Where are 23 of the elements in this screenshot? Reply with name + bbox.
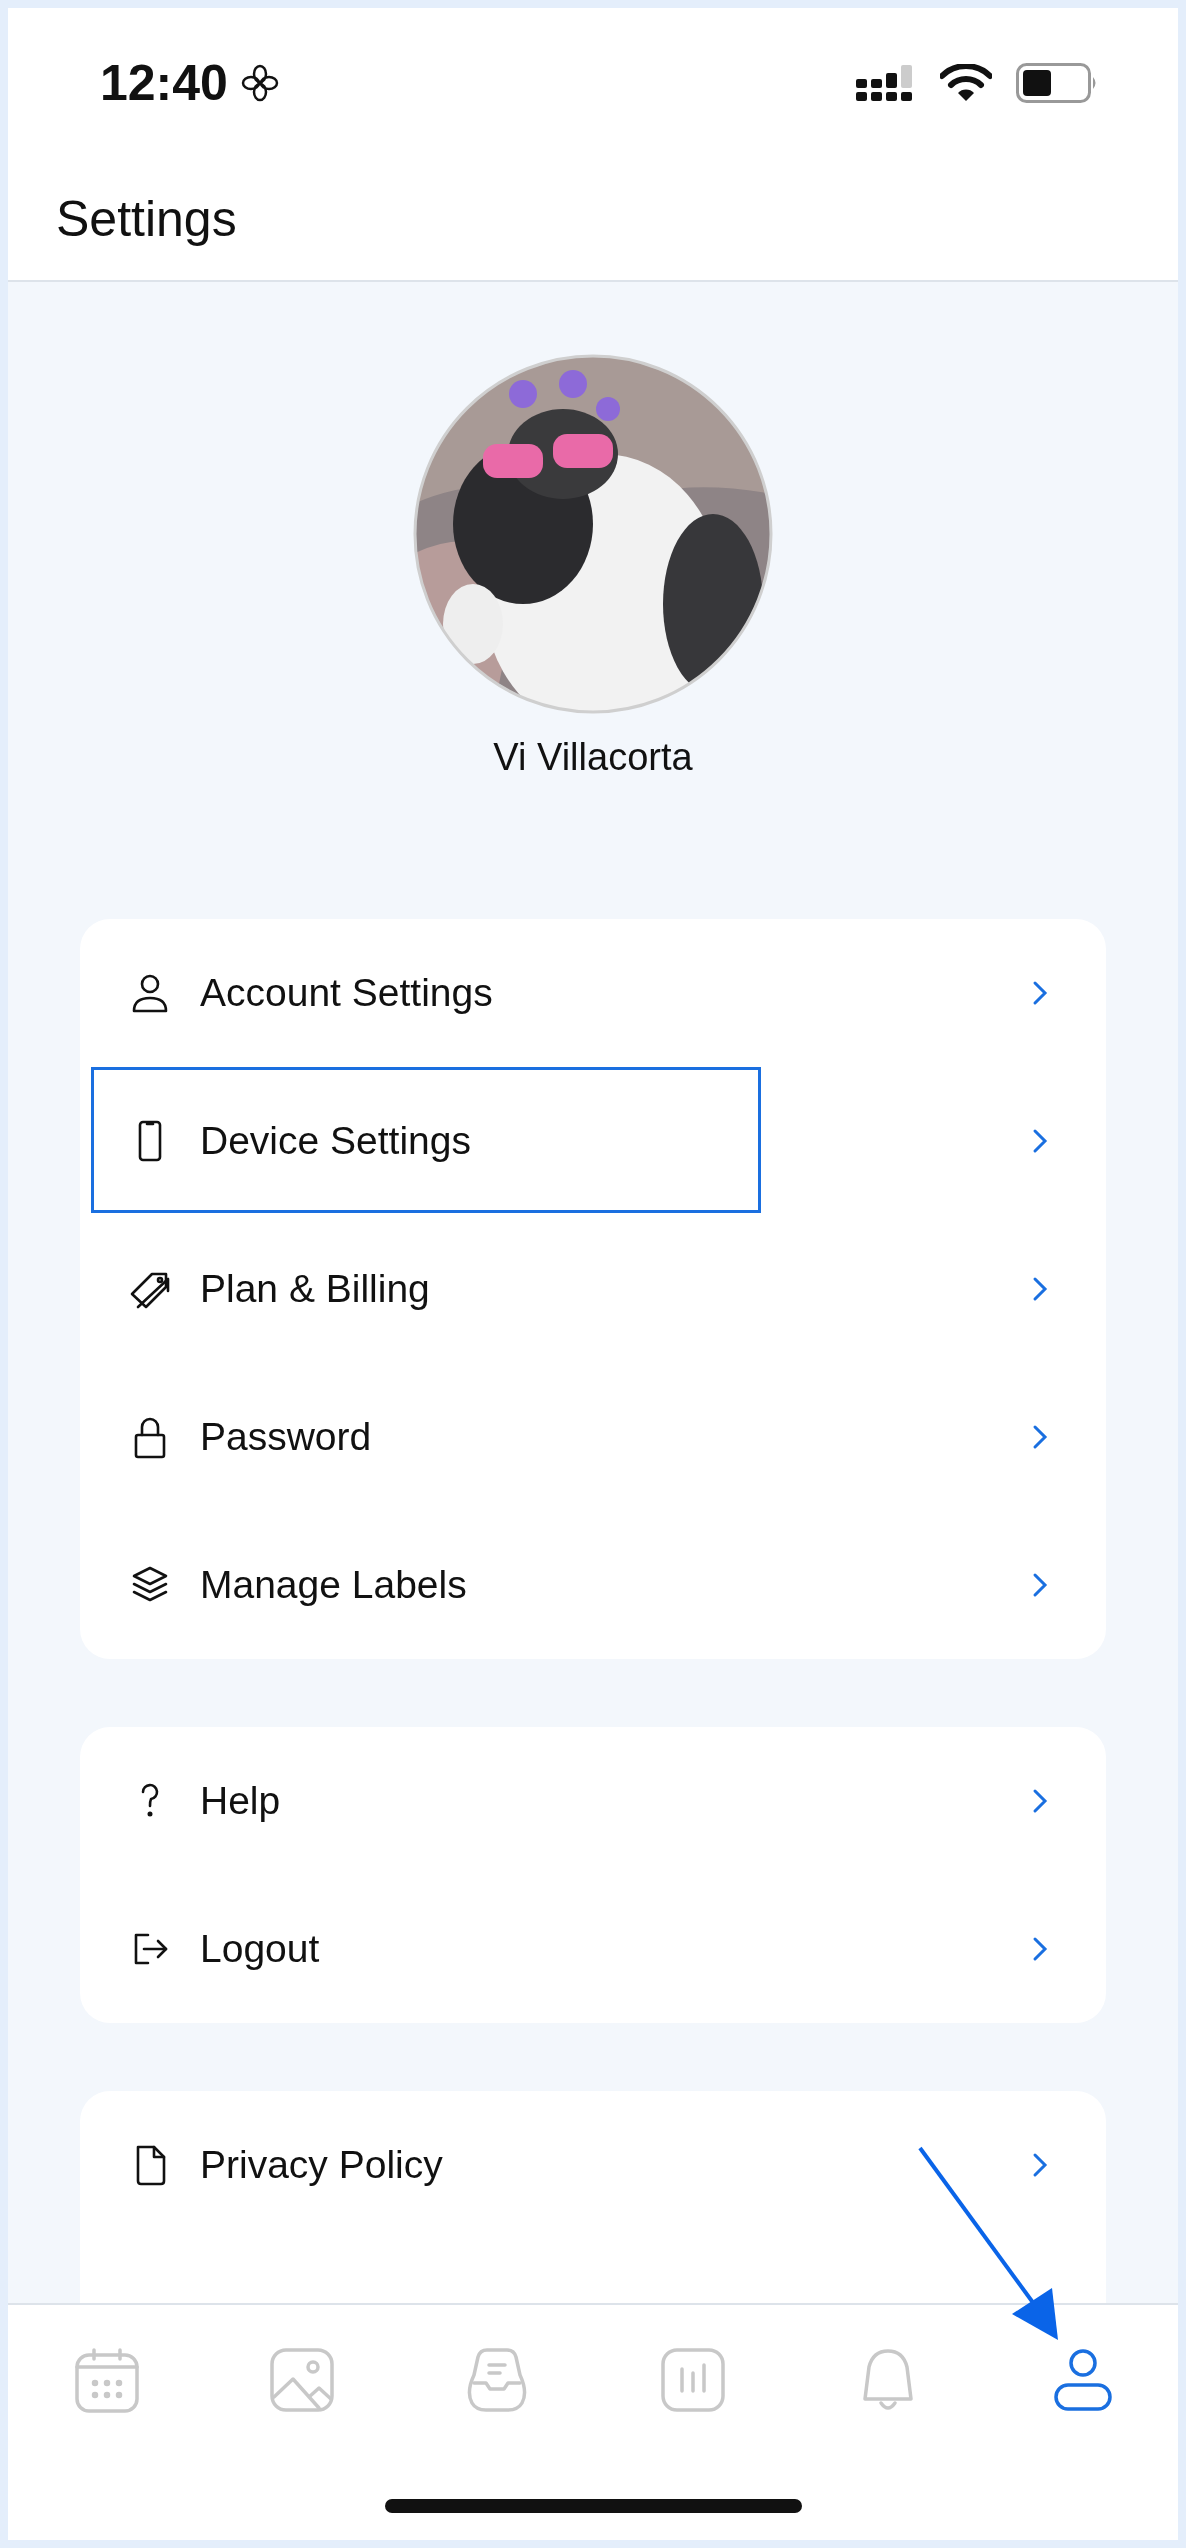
settings-row[interactable]: Plan & Billing [80, 1215, 1106, 1363]
chevron-icon [1032, 2152, 1048, 2178]
chevron-icon [1032, 980, 1048, 1006]
settings-row[interactable]: Device Settings [80, 1067, 1106, 1215]
status-time: 12:40 [100, 54, 228, 112]
chevron-icon [1032, 1424, 1048, 1450]
settings-row[interactable]: Help [80, 1727, 1106, 1875]
settings-row[interactable]: Manage Labels [80, 1511, 1106, 1659]
settings-row[interactable]: Password [80, 1363, 1106, 1511]
calendar-tab[interactable] [72, 2345, 142, 2415]
settings-row[interactable]: Account Settings [80, 919, 1106, 1067]
chevron-icon [1032, 1276, 1048, 1302]
chevron-icon [1032, 1128, 1048, 1154]
profile-name: Vi Villacorta [493, 736, 693, 779]
battery-icon [1016, 63, 1098, 103]
chevron-icon [1032, 1936, 1048, 1962]
settings-row[interactable]: Logout [80, 1875, 1106, 2023]
chevron-icon [1032, 1572, 1048, 1598]
flower-icon [239, 63, 280, 103]
page-title: Settings [56, 190, 237, 248]
chevron-icon [1032, 1788, 1048, 1814]
wifi-icon [940, 64, 992, 102]
settings-row[interactable]: Privacy Policy [80, 2091, 1106, 2239]
